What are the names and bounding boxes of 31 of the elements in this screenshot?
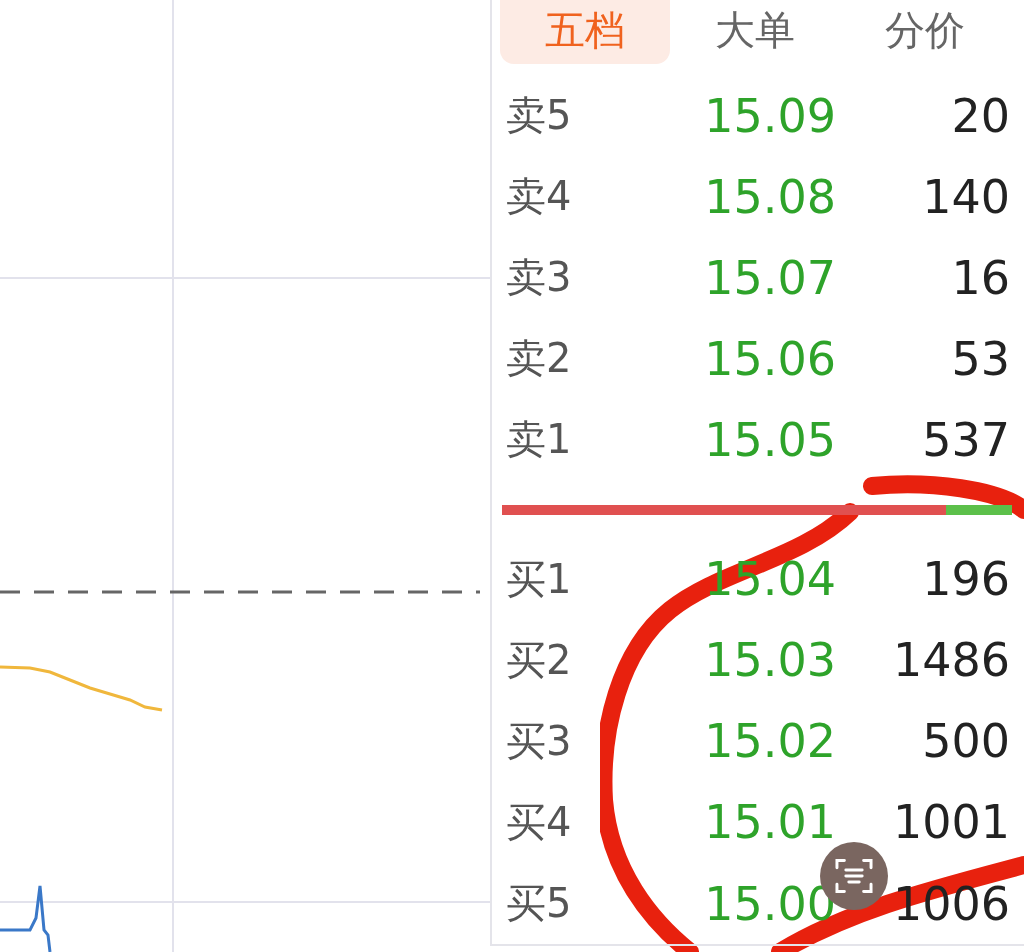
order-level-label: 卖1 [506, 415, 573, 465]
order-volume: 140 [922, 169, 1010, 224]
order-price: 15.09 [704, 88, 836, 143]
order-level-label: 卖4 [506, 172, 573, 222]
order-price: 15.06 [704, 331, 836, 386]
order-level-label: 买3 [506, 716, 573, 766]
order-volume: 500 [922, 714, 1010, 769]
order-price: 15.02 [704, 714, 836, 769]
order-volume: 16 [951, 250, 1010, 305]
order-price: 15.08 [704, 169, 836, 224]
order-book-tab[interactable]: 分价 [840, 0, 1010, 64]
order-price: 15.07 [704, 250, 836, 305]
order-level-label: 买4 [506, 798, 573, 847]
order-price: 15.01 [704, 795, 836, 850]
order-price: 15.05 [704, 412, 836, 467]
order-volume: 196 [922, 552, 1010, 607]
order-volume: 20 [951, 88, 1010, 143]
order-level-label: 买2 [506, 635, 573, 685]
scan-text-icon [834, 856, 874, 896]
order-level-label: 买5 [506, 879, 573, 929]
order-volume: 1006 [892, 876, 1010, 931]
order-volume: 53 [951, 331, 1010, 386]
order-volume: 537 [922, 412, 1010, 467]
order-price: 15.03 [704, 633, 836, 688]
order-level-label: 卖5 [506, 91, 573, 141]
order-level-label: 卖2 [506, 334, 573, 384]
order-level-label: 卖3 [506, 253, 573, 303]
order-level-label: 买1 [506, 554, 573, 604]
order-volume: 1486 [892, 633, 1010, 688]
order-book-tab[interactable]: 大单 [670, 0, 840, 64]
order-volume: 1001 [892, 795, 1010, 850]
